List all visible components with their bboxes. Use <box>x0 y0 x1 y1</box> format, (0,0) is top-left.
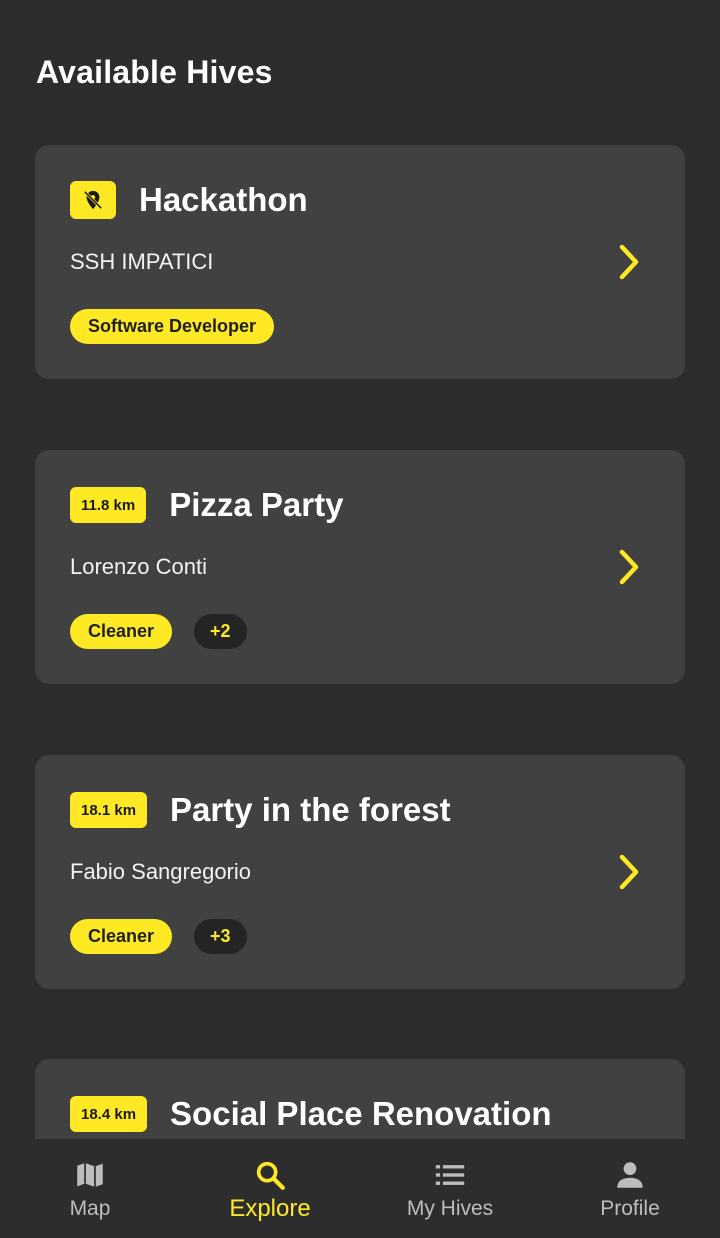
hive-owner: SSH IMPATICI <box>70 249 214 274</box>
location-off-icon <box>70 181 116 219</box>
role-tag: Cleaner <box>70 614 173 649</box>
role-tags: Cleaner +3 <box>70 919 269 954</box>
role-tags: Software Developer <box>70 309 296 344</box>
explore-screen: Available Hives Hackathon SSH IMPATICI S… <box>0 0 720 1238</box>
hive-card-hackathon[interactable]: Hackathon SSH IMPATICI Software Develope… <box>35 145 685 379</box>
hive-title: Pizza Party <box>169 486 344 523</box>
page-title: Available Hives <box>36 54 273 90</box>
chevron-right-icon[interactable] <box>617 243 641 281</box>
nav-label: Profile <box>600 1197 660 1220</box>
role-tag: Cleaner <box>70 919 173 954</box>
distance-badge: 11.8 km <box>70 487 147 523</box>
map-icon <box>73 1157 107 1193</box>
more-roles-badge: +2 <box>194 614 247 649</box>
hive-owner: Lorenzo Conti <box>70 554 207 579</box>
search-icon <box>253 1157 287 1193</box>
bottom-nav: Map Explore My Hives Profile <box>0 1139 720 1238</box>
nav-label: Explore <box>229 1195 311 1222</box>
hive-card-header: 18.4 km Social Place Renovation <box>70 1095 552 1133</box>
nav-item-map[interactable]: Map <box>0 1139 180 1238</box>
person-icon <box>613 1157 647 1193</box>
hive-owner: Fabio Sangregorio <box>70 859 252 884</box>
nav-label: My Hives <box>406 1197 494 1220</box>
role-tags: Cleaner +2 <box>70 614 269 649</box>
hive-title: Hackathon <box>139 181 308 218</box>
distance-badge: 18.1 km <box>70 792 148 828</box>
hive-card-header: 18.1 km Party in the forest <box>70 791 451 829</box>
hive-card-header: Hackathon <box>70 181 308 219</box>
nav-label: Map <box>69 1197 111 1220</box>
hive-title: Party in the forest <box>170 791 451 828</box>
list-icon <box>433 1157 467 1193</box>
hive-card-header: 11.8 km Pizza Party <box>70 486 343 524</box>
more-roles-badge: +3 <box>194 919 247 954</box>
hive-card-party-in-the-forest[interactable]: 18.1 km Party in the forest Fabio Sangre… <box>35 755 685 989</box>
chevron-right-icon[interactable] <box>617 548 641 586</box>
hive-card-pizza-party[interactable]: 11.8 km Pizza Party Lorenzo Conti Cleane… <box>35 450 685 684</box>
nav-item-explore[interactable]: Explore <box>180 1139 360 1238</box>
distance-badge: 18.4 km <box>70 1096 148 1132</box>
nav-item-profile[interactable]: Profile <box>540 1139 720 1238</box>
hive-title: Social Place Renovation <box>170 1095 552 1132</box>
role-tag: Software Developer <box>70 309 275 344</box>
chevron-right-icon[interactable] <box>617 853 641 891</box>
nav-item-my-hives[interactable]: My Hives <box>360 1139 540 1238</box>
